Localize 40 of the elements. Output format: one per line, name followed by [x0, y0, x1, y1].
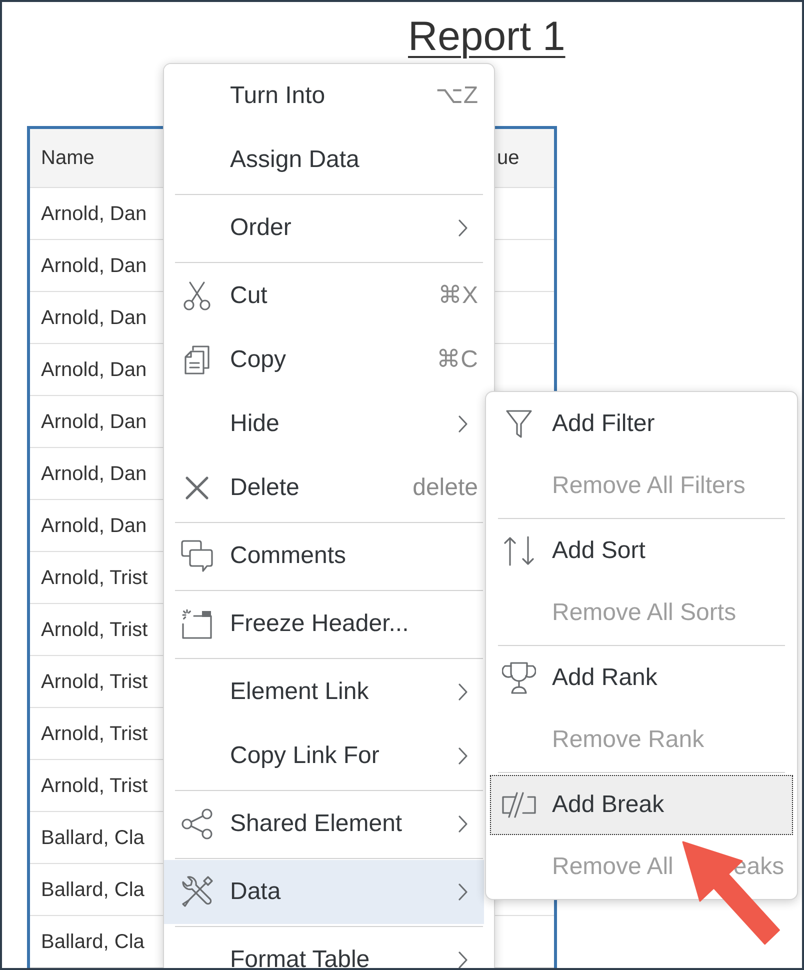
trophy-icon: [502, 661, 536, 695]
menu-item[interactable]: Add Rank: [490, 648, 793, 708]
report-title: Report 1: [408, 12, 566, 60]
menu-item[interactable]: Add Break: [490, 775, 793, 835]
column-header: ue: [497, 146, 520, 170]
table-cell-text: Ballard, Cla: [40, 878, 146, 902]
table-cell-text: Ballard, Cla: [40, 826, 146, 850]
keyboard-shortcut: ⌥Z: [435, 82, 478, 110]
table-cell-text: Ballard, Cla: [40, 930, 146, 954]
filter-icon: [505, 409, 533, 439]
tools-icon: [181, 876, 213, 908]
sort-icon: [502, 535, 536, 567]
freeze-header-icon: [182, 609, 212, 639]
table-cell-text: Arnold, Trist: [40, 722, 149, 746]
table-cell-text: Arnold, Dan: [40, 306, 148, 330]
table-cell-text: Arnold, Dan: [40, 462, 148, 486]
table-cell-text: Arnold, Dan: [40, 254, 148, 278]
column-header: Name: [41, 146, 94, 170]
break-icon: [501, 792, 537, 818]
table-cell-text: Arnold, Dan: [40, 202, 148, 226]
menu-item[interactable]: Add Sort: [490, 521, 793, 581]
comments-icon: [181, 540, 213, 572]
keyboard-shortcut: delete: [412, 474, 478, 502]
table-cell-text: Arnold, Trist: [40, 670, 149, 694]
menu-item[interactable]: Data: [164, 860, 484, 924]
keyboard-shortcut: ⌘C: [436, 346, 478, 374]
table-cell-text: Arnold, Trist: [40, 618, 149, 642]
keyboard-shortcut: ⌘X: [438, 282, 478, 310]
table-cell-text: Arnold, Trist: [40, 566, 149, 590]
table-cell-text: Arnold, Trist: [40, 774, 149, 798]
menu-item[interactable]: Format Table: [164, 928, 484, 968]
close-icon: [185, 476, 209, 500]
copy-icon: [184, 345, 210, 375]
menu-item[interactable]: Turn Into ⌥Z: [164, 64, 484, 128]
scissors-icon: [183, 281, 211, 311]
table-cell-text: Arnold, Dan: [40, 514, 148, 538]
share-icon: [181, 808, 213, 840]
table-cell-text: Arnold, Dan: [40, 410, 148, 434]
menu-item[interactable]: Add Filter: [490, 394, 793, 454]
table-cell-text: Arnold, Dan: [40, 358, 148, 382]
